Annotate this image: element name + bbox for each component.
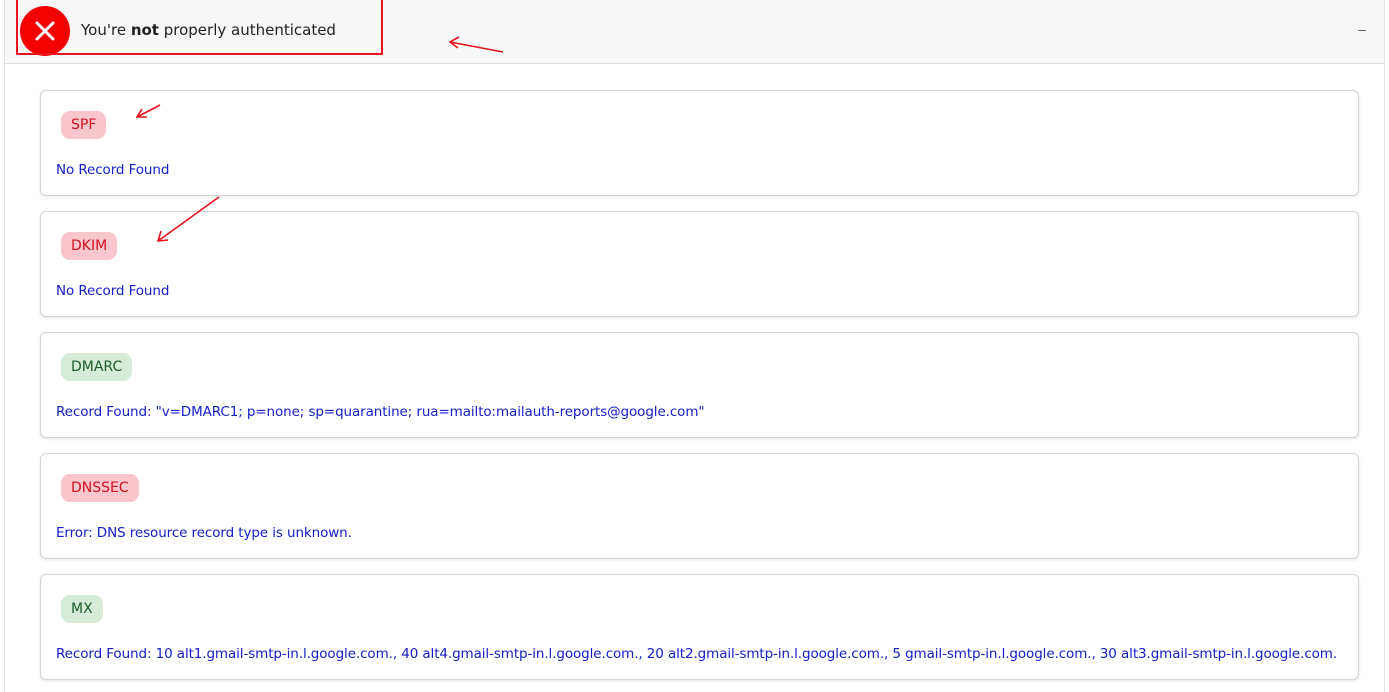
- record-card-dnssec: DNSSEC Error: DNS resource record type i…: [40, 453, 1359, 559]
- auth-status-title: You're not properly authenticated: [81, 21, 336, 39]
- authentication-panel: You're not properly authenticated – SPF …: [4, 0, 1385, 692]
- record-card-spf: SPF No Record Found: [40, 90, 1359, 196]
- record-detail-spf: No Record Found: [56, 162, 170, 178]
- close-x-icon: [20, 6, 70, 56]
- record-card-dmarc: DMARC Record Found: "v=DMARC1; p=none; s…: [40, 332, 1359, 438]
- title-emphasis: not: [130, 21, 159, 39]
- record-card-dkim: DKIM No Record Found: [40, 211, 1359, 317]
- status-badge-dkim: DKIM: [61, 232, 118, 260]
- record-detail-dkim: No Record Found: [56, 283, 170, 299]
- status-badge-dmarc: DMARC: [61, 353, 133, 381]
- panel-header[interactable]: You're not properly authenticated –: [5, 0, 1384, 64]
- record-detail-mx: Record Found: 10 alt1.gmail-smtp-in.l.go…: [56, 646, 1338, 662]
- collapse-button[interactable]: –: [1355, 19, 1369, 39]
- title-prefix: You're: [81, 21, 131, 39]
- status-badge-mx: MX: [61, 595, 103, 623]
- title-suffix: properly authenticated: [158, 21, 336, 39]
- record-card-mx: MX Record Found: 10 alt1.gmail-smtp-in.l…: [40, 574, 1359, 680]
- record-detail-dmarc: Record Found: "v=DMARC1; p=none; sp=quar…: [56, 404, 705, 420]
- record-detail-dnssec: Error: DNS resource record type is unkno…: [56, 525, 352, 541]
- status-badge-dnssec: DNSSEC: [61, 474, 139, 502]
- status-badge-spf: SPF: [61, 111, 107, 139]
